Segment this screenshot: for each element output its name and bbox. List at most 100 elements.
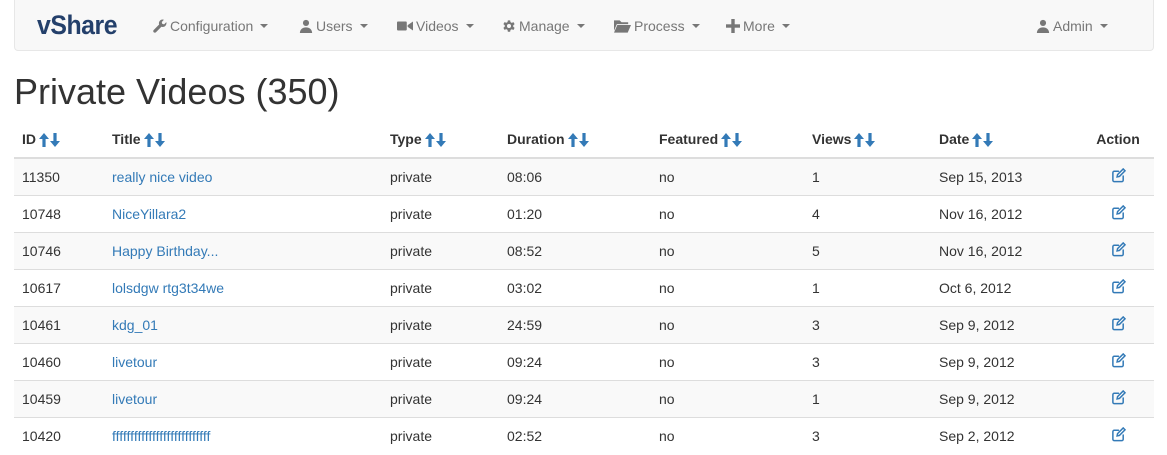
column-header-type: Type — [382, 121, 499, 159]
nav-configuration[interactable]: Configuration — [153, 0, 269, 51]
sort-ascending-icon[interactable] — [854, 133, 865, 148]
nav-process[interactable]: Process — [614, 0, 700, 51]
chevron-down-icon — [781, 23, 790, 28]
table-body: 11350 really nice video private 08:06 no 1 Sep… — [14, 157, 1154, 454]
edit-icon[interactable] — [1111, 204, 1126, 223]
table-row: 10420 fffffffffffffffffffffffffff private 0… — [14, 416, 1154, 454]
sort-controls — [721, 133, 743, 148]
brand-logo[interactable]: vShare — [37, 10, 118, 41]
cell-duration: 09:24 — [499, 342, 651, 380]
table-row: 10748 NiceYillara2 private 01:20 no 4 Nov 16, … — [14, 194, 1154, 232]
sort-controls — [39, 133, 60, 148]
cell-featured: no — [651, 416, 804, 454]
sort-ascending-icon[interactable] — [567, 133, 578, 148]
nav-users[interactable]: Users — [299, 0, 368, 51]
sort-descending-icon[interactable] — [983, 133, 994, 148]
edit-icon[interactable] — [1111, 167, 1126, 186]
cell-type: private — [382, 416, 499, 454]
nav-videos-label: Videos — [416, 17, 459, 34]
cell-duration: 01:20 — [499, 194, 651, 232]
video-title-link[interactable]: really nice video — [112, 169, 212, 185]
sort-descending-icon[interactable] — [435, 133, 446, 148]
cell-featured: no — [651, 305, 804, 343]
cell-id: 10460 — [14, 342, 104, 380]
cell-type: private — [382, 268, 499, 306]
cell-title: livetour — [104, 379, 382, 417]
nav-admin-user[interactable]: Admin — [1036, 0, 1108, 51]
edit-icon[interactable] — [1111, 389, 1126, 408]
sort-ascending-icon[interactable] — [39, 133, 49, 148]
sort-descending-icon[interactable] — [578, 133, 589, 148]
videos-table: ID Title Type Duration Featured Views Da… — [14, 121, 1154, 454]
nav-more[interactable]: More — [726, 0, 790, 51]
sort-controls — [567, 133, 589, 148]
column-header-featured: Featured — [651, 121, 804, 159]
top-navbar: vShare Configuration Users Videos Manage… — [14, 0, 1154, 51]
cell-views: 1 — [804, 379, 931, 417]
user-icon — [299, 19, 313, 33]
nav-users-label: Users — [316, 17, 353, 34]
cell-title: NiceYillara2 — [104, 194, 382, 232]
cell-action — [1082, 157, 1154, 195]
nav-videos[interactable]: Videos — [397, 0, 474, 51]
cell-action — [1082, 305, 1154, 343]
cell-id: 10746 — [14, 231, 104, 269]
sort-ascending-icon[interactable] — [972, 133, 983, 148]
column-header-id: ID — [14, 121, 104, 159]
nav-configuration-label: Configuration — [170, 17, 254, 34]
cell-date: Oct 6, 2012 — [931, 268, 1082, 306]
edit-icon[interactable] — [1111, 241, 1126, 260]
nav-manage[interactable]: Manage — [502, 0, 585, 51]
sort-ascending-icon[interactable] — [424, 133, 435, 148]
cell-type: private — [382, 231, 499, 269]
cell-featured: no — [651, 268, 804, 306]
video-title-link[interactable]: kdg_01 — [112, 317, 158, 333]
cell-views: 1 — [804, 157, 931, 195]
video-title-link[interactable]: NiceYillara2 — [112, 206, 186, 222]
edit-icon[interactable] — [1111, 352, 1126, 371]
edit-icon[interactable] — [1111, 315, 1126, 334]
cell-views: 4 — [804, 194, 931, 232]
cell-date: Nov 16, 2012 — [931, 231, 1082, 269]
cell-date: Sep 9, 2012 — [931, 379, 1082, 417]
sort-controls — [972, 133, 994, 148]
sort-controls — [143, 133, 165, 148]
sort-descending-icon[interactable] — [732, 133, 743, 148]
chevron-down-icon — [576, 23, 585, 28]
cell-action — [1082, 379, 1154, 417]
wrench-icon — [153, 19, 167, 33]
sort-ascending-icon[interactable] — [721, 133, 732, 148]
cell-action — [1082, 268, 1154, 306]
chevron-down-icon — [465, 23, 474, 28]
cell-type: private — [382, 305, 499, 343]
user-icon — [1036, 19, 1050, 33]
cell-action — [1082, 416, 1154, 454]
video-title-link[interactable]: livetour — [112, 354, 157, 370]
nav-admin-label: Admin — [1053, 17, 1093, 34]
sort-descending-icon[interactable] — [865, 133, 876, 148]
nav-manage-label: Manage — [519, 17, 570, 34]
sort-descending-icon[interactable] — [50, 133, 60, 148]
cell-duration: 02:52 — [499, 416, 651, 454]
video-title-link[interactable]: livetour — [112, 391, 157, 407]
cell-title: kdg_01 — [104, 305, 382, 343]
table-row: 10459 livetour private 09:24 no 1 Sep 9, 2012 — [14, 379, 1154, 417]
table-row: 10746 Happy Birthday... private 08:52 no 5 Nov… — [14, 231, 1154, 269]
cell-id: 10617 — [14, 268, 104, 306]
cell-date: Sep 15, 2013 — [931, 157, 1082, 195]
cell-title: Happy Birthday... — [104, 231, 382, 269]
cell-id: 11350 — [14, 157, 104, 195]
folder-open-icon — [614, 19, 631, 33]
cell-duration: 24:59 — [499, 305, 651, 343]
chevron-down-icon — [691, 23, 700, 28]
video-title-link[interactable]: lolsdgw rtg3t34we — [112, 280, 224, 296]
edit-icon[interactable] — [1111, 278, 1126, 297]
sort-ascending-icon[interactable] — [143, 133, 154, 148]
video-title-link[interactable]: Happy Birthday... — [112, 243, 218, 259]
column-header-action: Action — [1082, 121, 1154, 159]
sort-descending-icon[interactable] — [154, 133, 165, 148]
sort-controls — [424, 133, 446, 148]
edit-icon[interactable] — [1111, 426, 1126, 445]
video-title-link[interactable]: fffffffffffffffffffffffffff — [112, 428, 210, 444]
cell-featured: no — [651, 379, 804, 417]
